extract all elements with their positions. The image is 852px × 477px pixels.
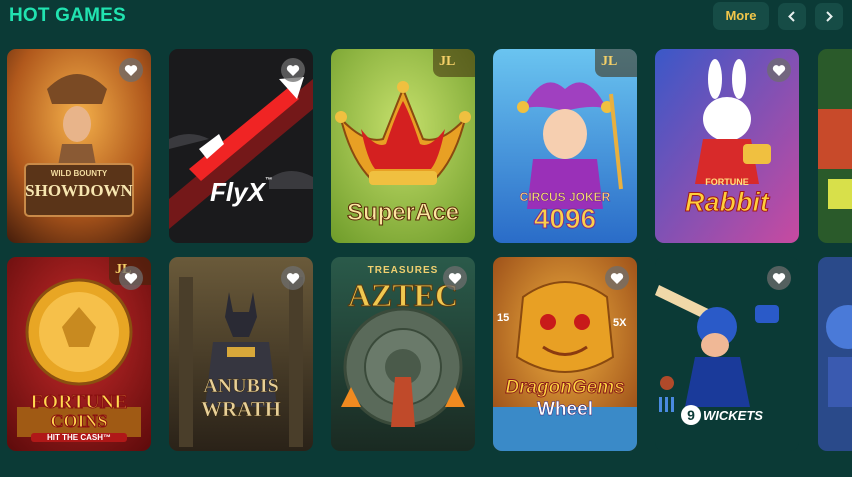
game-logo-top: WILD BOUNTY <box>50 169 108 178</box>
chevron-left-icon <box>788 11 795 22</box>
favorite-button[interactable] <box>767 266 791 290</box>
game-logo-top: CIRCUS JOKER <box>519 190 611 205</box>
game-card-circus-joker-4096[interactable]: CIRCUS JOKER 4096 JL <box>493 49 637 243</box>
game-card-partial[interactable] <box>818 49 852 243</box>
favorite-button[interactable] <box>119 266 143 290</box>
game-logo-text: FlyX <box>210 177 265 207</box>
game-logo: Wheel <box>537 399 593 421</box>
game-logo: SHOWDOWN <box>25 181 133 200</box>
game-logo-left: 15 <box>497 312 510 324</box>
favorite-button[interactable] <box>767 58 791 82</box>
game-card-super-ace[interactable]: SuperAce JL <box>331 49 475 243</box>
section-header: HOT GAMES More <box>0 0 852 36</box>
favorite-button[interactable] <box>281 58 305 82</box>
game-card-flyx[interactable]: FlyX™ <box>169 49 313 243</box>
section-title: HOT GAMES <box>9 5 126 26</box>
favorite-button[interactable] <box>119 58 143 82</box>
game-thumbnail <box>818 257 852 451</box>
game-logo: Rabbit <box>685 187 770 218</box>
game-logo: SuperAce <box>346 199 460 227</box>
game-logo-number: 9 <box>681 405 701 425</box>
game-thumbnail <box>818 49 852 243</box>
favorite-button[interactable] <box>443 266 467 290</box>
heart-icon <box>772 65 786 76</box>
chevron-right-icon <box>826 11 833 22</box>
favorite-button[interactable] <box>605 266 629 290</box>
game-logo-top: DragonGems <box>505 377 625 399</box>
game-card-fortune-coins[interactable]: FORTUNE COINS HIT THE CASH™ JL <box>7 257 151 451</box>
game-card-partial[interactable] <box>818 257 852 451</box>
game-logo: WRATH <box>200 397 282 422</box>
game-card-fortune-rabbit[interactable]: FORTUNE Rabbit <box>655 49 799 243</box>
game-card-9-wickets[interactable]: 9 WICKETS <box>655 257 799 451</box>
heart-icon <box>772 273 786 284</box>
provider-badge: JL <box>433 49 475 77</box>
game-logo: 4096 <box>533 203 597 235</box>
provider-badge: JL <box>595 49 637 77</box>
game-logo-subtitle: HIT THE CASH™ <box>31 433 127 442</box>
prev-button[interactable] <box>778 3 806 30</box>
trademark: ™ <box>264 177 272 184</box>
heart-icon <box>448 273 462 284</box>
next-button[interactable] <box>815 3 843 30</box>
heart-icon <box>124 273 138 284</box>
game-card-treasures-of-aztec[interactable]: TREASURES AZTEC <box>331 257 475 451</box>
game-card-anubis-wrath[interactable]: ANUBIS WRATH <box>169 257 313 451</box>
game-card-wild-bounty-showdown[interactable]: WILD BOUNTY SHOWDOWN <box>7 49 151 243</box>
game-logo-top: FORTUNE <box>705 177 749 187</box>
game-logo-right: 5X <box>613 317 627 329</box>
game-logo: WICKETS <box>703 408 763 423</box>
heart-icon <box>286 273 300 284</box>
game-logo-top: ANUBIS <box>203 375 279 398</box>
heart-icon <box>286 65 300 76</box>
game-logo: FlyX™ <box>169 177 313 208</box>
game-card-dragon-gems-wheel[interactable]: 15 5X DragonGems Wheel <box>493 257 637 451</box>
game-logo: COINS <box>50 411 108 432</box>
heart-icon <box>610 273 624 284</box>
heart-icon <box>124 65 138 76</box>
favorite-button[interactable] <box>281 266 305 290</box>
more-button[interactable]: More <box>713 2 769 30</box>
